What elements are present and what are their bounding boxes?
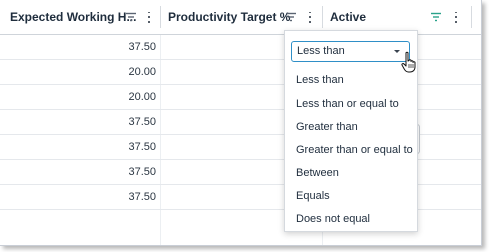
column-divider[interactable] [471, 6, 472, 28]
operator-option-does-not-equal[interactable]: Does not equal [296, 213, 370, 225]
operator-select[interactable]: Less than [291, 41, 410, 62]
expected-hours-cell: 37.50 [128, 191, 156, 203]
expected-hours-cell: 20.00 [128, 91, 156, 103]
column-header-productivity-target[interactable]: Productivity Target % [168, 0, 290, 34]
expected-hours-cell: 37.50 [128, 141, 156, 153]
filter-icon[interactable] [125, 10, 137, 24]
operator-select-value: Less than [297, 45, 345, 57]
operator-option-less-than[interactable]: Less than [296, 74, 344, 86]
operator-option-equals[interactable]: Equals [296, 190, 330, 202]
column-menu-icon[interactable] [143, 10, 155, 24]
operator-option-less-than-or-equal[interactable]: Less than or equal to [296, 98, 399, 110]
expected-hours-cell: 37.50 [128, 116, 156, 128]
column-title: Active [330, 10, 367, 24]
column-title: Expected Working H... [10, 10, 137, 24]
expected-hours-cell: 20.00 [128, 66, 156, 78]
operator-option-greater-than[interactable]: Greater than [296, 121, 358, 133]
column-header-active[interactable]: Active [330, 0, 366, 34]
column-divider[interactable] [322, 6, 323, 28]
expected-hours-cell: 37.50 [128, 41, 156, 53]
filter-active-icon[interactable] [430, 10, 442, 24]
column-menu-icon[interactable] [304, 10, 316, 24]
filter-operator-popup: Less than Less than Less than or equal t… [284, 30, 418, 232]
hand-pointer-cursor-icon [401, 51, 416, 73]
operator-option-greater-than-or-equal[interactable]: Greater than or equal to [296, 144, 413, 156]
column-header-expected-working-hours[interactable]: Expected Working H... [10, 0, 136, 34]
column-title: Productivity Target % [168, 10, 291, 24]
column-menu-icon[interactable] [450, 10, 462, 24]
operator-option-between[interactable]: Between [296, 167, 339, 179]
expected-hours-cell: 37.50 [128, 166, 156, 178]
data-grid: Expected Working H... Productivity Targe… [0, 0, 482, 246]
column-divider[interactable] [160, 6, 161, 28]
filter-icon[interactable] [285, 10, 297, 24]
